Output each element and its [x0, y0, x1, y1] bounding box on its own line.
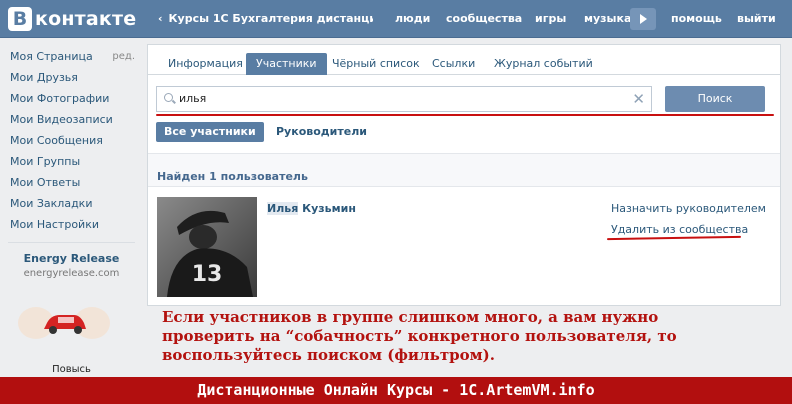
filter-all-members[interactable]: Все участники [156, 122, 264, 142]
vk-logo-text: контакте [35, 8, 137, 30]
annotation-text: Если участников в группе слишком много, … [162, 308, 782, 365]
user-name-link[interactable]: Илья Кузьмин [267, 202, 356, 215]
avatar[interactable]: 13 [157, 197, 257, 297]
sidebar-item-friends[interactable]: Мои Друзья [10, 71, 135, 92]
sidebar-item-messages[interactable]: Мои Сообщения [10, 134, 135, 155]
close-icon[interactable]: ✕ [632, 91, 645, 107]
car-wheel-icon [74, 326, 82, 334]
user-name-highlight: Илья [267, 202, 299, 215]
left-sidebar: Моя Страница ред. Мои Друзья Мои Фотогра… [10, 50, 135, 239]
tab-blacklist[interactable]: Чёрный список [332, 53, 420, 75]
annotation-line: Если участников в группе слишком много, … [162, 308, 659, 326]
sidebar-item-answers[interactable]: Мои Ответы [10, 176, 135, 197]
nav-people[interactable]: люди [395, 12, 430, 25]
ad-caption[interactable]: Повысь [8, 364, 135, 375]
group-title-text: Курсы 1С Бухгалтерия дистанци... [168, 12, 373, 25]
edit-link[interactable]: ред. [112, 50, 135, 64]
jersey-number: 13 [192, 262, 223, 287]
tab-bar: Информация Участники Чёрный список Ссылк… [148, 45, 780, 75]
nav-logout[interactable]: выйти [737, 12, 776, 25]
nav-communities[interactable]: сообщества [446, 12, 522, 25]
sidebar-divider [8, 242, 135, 243]
annotation-underline [606, 235, 742, 241]
sidebar-item-photos[interactable]: Мои Фотографии [10, 92, 135, 113]
search-input-value: илья [179, 92, 207, 105]
ad-image[interactable] [16, 285, 111, 345]
sidebar-item-groups[interactable]: Мои Группы [10, 155, 135, 176]
car-wheel-icon [49, 326, 57, 334]
nav-help[interactable]: помощь [671, 12, 722, 25]
annotation-underline [156, 114, 774, 116]
sidebar-item-bookmarks[interactable]: Мои Закладки [10, 197, 135, 218]
footer-banner: Дистанционные Онлайн Курсы - 1C.ArtemVM.… [0, 377, 792, 404]
nav-music[interactable]: музыка [584, 12, 631, 25]
results-header: Найден 1 пользователь [148, 153, 780, 187]
nav-games[interactable]: игры [535, 12, 566, 25]
search-icon [164, 93, 173, 102]
avatar-head [189, 225, 217, 249]
search-input[interactable]: илья ✕ [156, 86, 652, 112]
make-leader-link[interactable]: Назначить руководителем [611, 202, 766, 215]
filter-leaders[interactable]: Руководители [276, 122, 367, 142]
ad-title[interactable]: Energy Release [8, 252, 135, 265]
tab-links[interactable]: Ссылки [432, 53, 475, 75]
tab-members[interactable]: Участники [246, 53, 327, 75]
footer-text: Дистанционные Онлайн Курсы - 1C.ArtemVM.… [197, 381, 595, 399]
sidebar-item-my-page[interactable]: Моя Страница ред. [10, 50, 135, 71]
sidebar-item-videos[interactable]: Мои Видеозаписи [10, 113, 135, 134]
search-button[interactable]: Поиск [665, 86, 765, 112]
chevron-left-icon: ‹ [158, 12, 163, 25]
tab-info[interactable]: Информация [168, 53, 243, 75]
remove-from-community-link[interactable]: Удалить из сообщества [611, 223, 748, 236]
play-icon[interactable] [630, 8, 656, 30]
user-name-rest: Кузьмин [298, 202, 356, 215]
top-bar: В контакте ‹ Курсы 1С Бухгалтерия дистанц… [0, 0, 792, 38]
tab-event-log[interactable]: Журнал событий [494, 53, 593, 75]
annotation-line: проверить на “собачность” конкретного по… [162, 327, 677, 345]
members-panel: Информация Участники Чёрный список Ссылк… [147, 44, 781, 306]
annotation-line: воспользуйтесь поиском (фильтром). [162, 346, 495, 364]
car-window-icon [58, 317, 74, 323]
vk-logo[interactable]: В контакте [8, 6, 136, 32]
ad-domain[interactable]: energyrelease.com [8, 268, 135, 279]
results-count: Найден 1 пользователь [157, 170, 308, 183]
group-title-link[interactable]: ‹ Курсы 1С Бухгалтерия дистанци... [158, 12, 373, 25]
sidebar-item-settings[interactable]: Мои Настройки [10, 218, 135, 239]
vk-logo-mark: В [8, 7, 32, 31]
sidebar-item-label: Моя Страница [10, 50, 93, 63]
